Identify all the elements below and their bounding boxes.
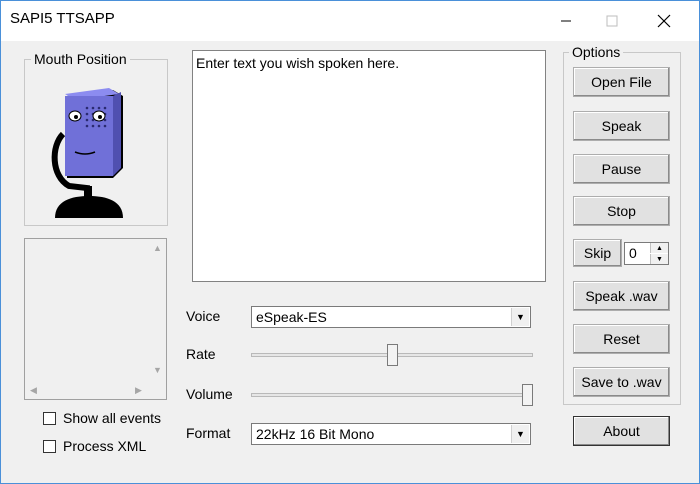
- volume-slider-track[interactable]: [251, 393, 533, 397]
- scroll-right-icon[interactable]: ▶: [135, 385, 142, 396]
- maximize-button[interactable]: [589, 1, 635, 41]
- show-all-events-label: Show all events: [63, 410, 162, 426]
- about-button[interactable]: About: [573, 416, 670, 446]
- app-window: SAPI5 TTSAPP Mouth Position ▲ ▼ ◀ ▶ Show…: [0, 0, 700, 484]
- pause-button[interactable]: Pause: [573, 154, 670, 184]
- maximize-icon: [606, 15, 618, 27]
- title-bar[interactable]: SAPI5 TTSAPP: [1, 1, 699, 41]
- open-file-button[interactable]: Open File: [573, 67, 670, 97]
- save-to-wav-button[interactable]: Save to .wav: [573, 367, 670, 397]
- voice-label: Voice: [186, 308, 221, 324]
- process-xml-checkbox[interactable]: [43, 440, 56, 453]
- close-button[interactable]: [641, 1, 687, 41]
- volume-slider-thumb[interactable]: [522, 384, 533, 406]
- mouth-position-label: Mouth Position: [31, 51, 130, 67]
- voice-select[interactable]: eSpeak-ES ▼: [251, 306, 531, 328]
- minimize-icon: [561, 20, 571, 22]
- speak-button[interactable]: Speak: [573, 111, 670, 141]
- scroll-down-icon[interactable]: ▼: [153, 365, 162, 375]
- skip-count-value: 0: [629, 245, 637, 261]
- window-title: SAPI5 TTSAPP: [10, 10, 115, 27]
- format-label: Format: [186, 425, 231, 441]
- volume-label: Volume: [186, 386, 233, 402]
- chevron-down-icon[interactable]: ▼: [511, 425, 529, 443]
- chevron-down-icon[interactable]: ▼: [511, 308, 529, 326]
- spin-down-icon[interactable]: ▼: [650, 254, 668, 264]
- rate-slider-thumb[interactable]: [387, 344, 398, 366]
- rate-label: Rate: [186, 346, 216, 362]
- speak-wav-button[interactable]: Speak .wav: [573, 281, 670, 311]
- horizontal-scrollbar[interactable]: ◀ ▶: [25, 382, 149, 399]
- speech-text-area[interactable]: Enter text you wish spoken here.: [192, 50, 546, 282]
- format-value: 22kHz 16 Bit Mono: [256, 426, 375, 442]
- speech-text: Enter text you wish spoken here.: [196, 55, 400, 71]
- scroll-left-icon[interactable]: ◀: [30, 385, 37, 396]
- microphone-character-image: [51, 86, 129, 220]
- process-xml-label: Process XML: [63, 438, 147, 454]
- spin-up-icon[interactable]: ▲: [650, 243, 668, 253]
- show-all-events-checkbox[interactable]: [43, 412, 56, 425]
- reset-button[interactable]: Reset: [573, 324, 670, 354]
- minimize-button[interactable]: [543, 1, 589, 41]
- close-icon: [657, 14, 671, 28]
- stop-button[interactable]: Stop: [573, 196, 670, 226]
- format-select[interactable]: 22kHz 16 Bit Mono ▼: [251, 423, 531, 445]
- skip-count-spinner[interactable]: 0 ▲ ▼: [624, 242, 669, 265]
- options-label: Options: [569, 44, 624, 60]
- voice-value: eSpeak-ES: [256, 309, 327, 325]
- events-listbox[interactable]: ▲ ▼ ◀ ▶: [24, 238, 167, 400]
- scroll-up-icon[interactable]: ▲: [153, 243, 162, 253]
- vertical-scrollbar[interactable]: ▲ ▼: [149, 239, 166, 382]
- skip-button[interactable]: Skip: [573, 239, 622, 267]
